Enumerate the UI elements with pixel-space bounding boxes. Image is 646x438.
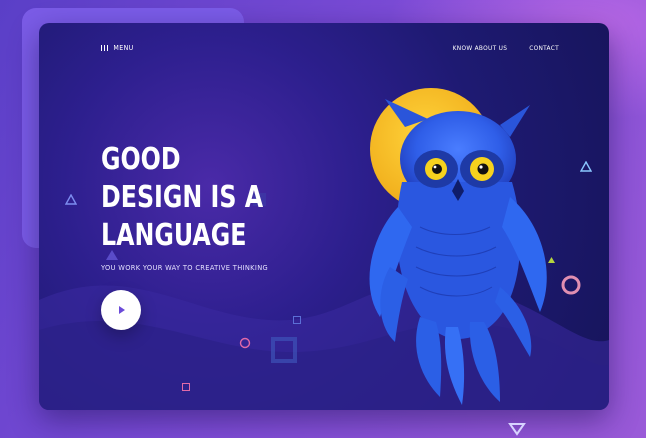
play-button[interactable] bbox=[101, 290, 141, 330]
headline-line: LANGUAGE bbox=[101, 218, 247, 253]
square-deco bbox=[293, 316, 301, 324]
triangle-deco-icon bbox=[508, 423, 526, 436]
hero-headline: GOOD DESIGN IS A LANGUAGE bbox=[101, 141, 263, 255]
menu-button[interactable]: MENU bbox=[101, 44, 134, 52]
top-nav: KNOW ABOUT US CONTACT bbox=[453, 44, 559, 52]
circle-deco-icon bbox=[239, 337, 251, 349]
menu-label: MENU bbox=[113, 44, 134, 52]
hero-subtitle: YOU WORK YOUR WAY TO CREATIVE THINKING bbox=[101, 263, 269, 272]
square-deco bbox=[271, 337, 297, 363]
square-deco bbox=[182, 383, 190, 391]
triangle-deco-icon bbox=[580, 161, 592, 172]
play-icon bbox=[119, 306, 125, 314]
landing-page-mockup: MENU KNOW ABOUT US CONTACT GOOD DESIGN I… bbox=[39, 23, 609, 410]
owl-illustration-icon bbox=[369, 99, 547, 405]
menu-icon bbox=[101, 45, 109, 51]
triangle-deco-icon bbox=[65, 194, 77, 205]
nav-link-contact[interactable]: CONTACT bbox=[529, 44, 559, 52]
headline-line: DESIGN IS A bbox=[101, 180, 264, 215]
circle-deco-icon bbox=[561, 275, 581, 295]
headline-line: GOOD bbox=[101, 142, 181, 177]
nav-link-know-about-us[interactable]: KNOW ABOUT US bbox=[453, 44, 508, 52]
